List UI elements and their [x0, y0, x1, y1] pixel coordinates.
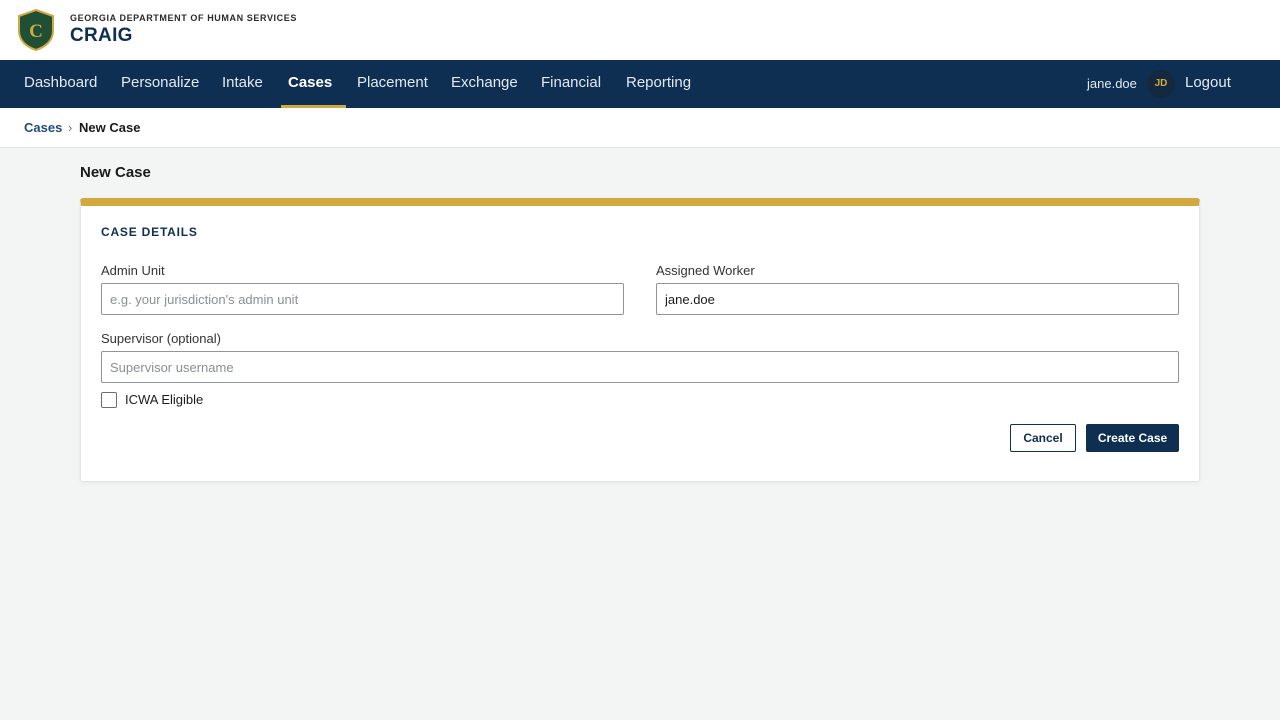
shield-logo-icon: C — [18, 9, 54, 51]
nav-item-exchange[interactable]: Exchange — [451, 60, 518, 108]
nav-item-placement[interactable]: Placement — [357, 60, 428, 108]
breadcrumb-cases-link[interactable]: Cases — [24, 120, 62, 135]
current-username: jane.doe — [1087, 76, 1137, 91]
breadcrumb-current: New Case — [79, 120, 141, 135]
icwa-eligible-checkbox[interactable] — [101, 392, 117, 408]
supervisor-label: Supervisor (optional) — [101, 331, 221, 346]
nav-item-personalize[interactable]: Personalize — [121, 60, 199, 108]
admin-unit-label: Admin Unit — [101, 263, 165, 278]
nav-item-financial[interactable]: Financial — [541, 60, 601, 108]
app-name[interactable]: CRAIG — [70, 25, 133, 47]
create-case-button[interactable]: Create Case — [1086, 424, 1179, 452]
assigned-worker-input[interactable] — [656, 283, 1179, 315]
breadcrumb-separator: › — [68, 120, 73, 135]
assigned-worker-label: Assigned Worker — [656, 263, 755, 278]
agency-name: GEORGIA DEPARTMENT OF HUMAN SERVICES — [70, 13, 297, 23]
case-details-card: CASE DETAILS Admin Unit Assigned Worker … — [80, 198, 1200, 482]
icwa-eligible-label[interactable]: ICWA Eligible — [125, 392, 203, 407]
logo-letter: C — [29, 21, 43, 42]
admin-unit-input[interactable] — [101, 283, 624, 315]
nav-item-dashboard[interactable]: Dashboard — [24, 60, 97, 108]
user-avatar[interactable]: JD — [1147, 70, 1175, 98]
main-nav: Dashboard Personalize Intake Cases Place… — [0, 60, 1280, 108]
nav-item-intake[interactable]: Intake — [222, 60, 263, 108]
breadcrumb: Cases › New Case — [0, 108, 1280, 148]
supervisor-input[interactable] — [101, 351, 1179, 383]
logout-link[interactable]: Logout — [1185, 60, 1231, 108]
section-title: CASE DETAILS — [101, 225, 198, 239]
nav-item-reporting[interactable]: Reporting — [626, 60, 691, 108]
page-title: New Case — [80, 164, 151, 181]
nav-item-cases[interactable]: Cases — [280, 60, 347, 108]
cancel-button[interactable]: Cancel — [1010, 424, 1076, 452]
app-header: C GEORGIA DEPARTMENT OF HUMAN SERVICES C… — [0, 0, 1280, 60]
